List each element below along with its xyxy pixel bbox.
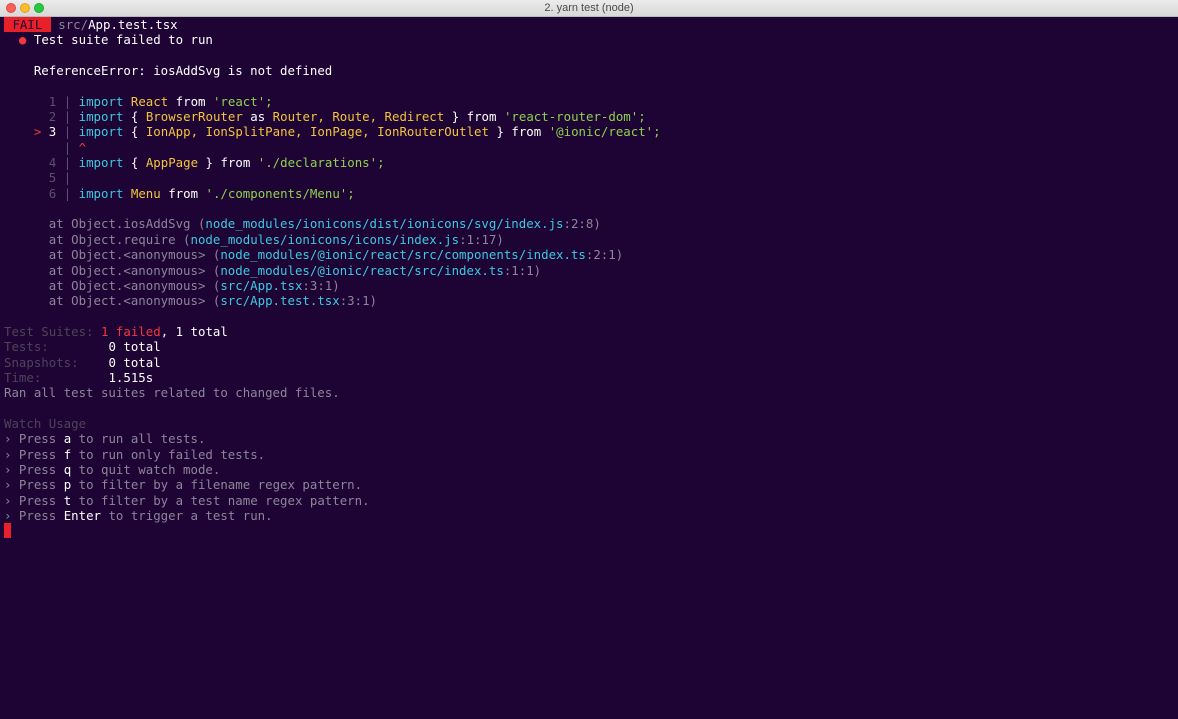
suite-failed-line: ● Test suite failed to run <box>18 32 213 48</box>
terminal-window: 2. yarn test (node) FAIL src/App.test.ts… <box>0 0 1178 719</box>
error-message: ReferenceError: iosAddSvg is not defined <box>33 63 333 79</box>
summary-suites: Test Suites: 1 failed, 1 total <box>4 323 228 339</box>
code-line-3: > 3 | import { IonApp, IonSplitPane, Ion… <box>33 124 661 140</box>
stack-frame: at Object.<anonymous> (node_modules/@ion… <box>48 247 624 263</box>
terminal-cursor[interactable] <box>4 523 11 539</box>
watch-item: › Press a to run all tests. <box>4 431 206 447</box>
code-line-2: 2 | import { BrowserRouter as Router, Ro… <box>48 109 646 125</box>
summary-time: Time: 1.515s <box>4 369 154 385</box>
fail-header: FAIL src/App.test.tsx <box>4 17 1174 32</box>
watch-item: › Press p to filter by a filename regex … <box>4 477 363 493</box>
stack-frame: at Object.require (node_modules/ionicons… <box>48 231 504 247</box>
stack-frame: at Object.<anonymous> (src/App.tsx:3:1) <box>48 277 340 293</box>
test-path-dir: src/ <box>58 17 89 32</box>
bullet-icon: ● <box>18 32 27 48</box>
caret-marker: ^ <box>78 139 87 155</box>
summary-tests: Tests: 0 total <box>4 339 161 355</box>
cursor-line[interactable] <box>4 523 1174 539</box>
fail-badge: FAIL <box>4 17 51 32</box>
stack-frame: at Object.iosAddSvg (node_modules/ionico… <box>48 216 601 232</box>
watch-item: › Press Enter to trigger a test run. <box>4 508 273 523</box>
title-bar[interactable]: 2. yarn test (node) <box>0 0 1178 17</box>
code-caret-line: | ^ <box>63 139 87 155</box>
code-line-1: 1 | import React from 'react'; <box>48 93 273 109</box>
test-path-file: App.test.tsx <box>88 17 178 32</box>
watch-item: › Press t to filter by a test name regex… <box>4 492 370 508</box>
watch-item: › Press q to quit watch mode. <box>4 461 221 477</box>
watch-item: › Press f to run only failed tests. <box>4 446 266 462</box>
summary-ran: Ran all test suites related to changed f… <box>4 385 340 401</box>
watch-usage-title: Watch Usage <box>4 415 87 431</box>
code-line-5: 5 | <box>48 170 72 186</box>
summary-snapshots: Snapshots: 0 total <box>4 354 161 370</box>
code-line-4: 4 | import { AppPage } from './declarati… <box>48 155 385 171</box>
stack-frame: at Object.<anonymous> (src/App.test.tsx:… <box>48 293 378 309</box>
error-line-marker: > <box>33 124 42 140</box>
window-title: 2. yarn test (node) <box>544 2 634 14</box>
terminal-output[interactable]: FAIL src/App.test.tsx ● Test suite faile… <box>4 17 1174 539</box>
stack-frame: at Object.<anonymous> (node_modules/@ion… <box>48 262 542 278</box>
code-line-6: 6 | import Menu from './components/Menu'… <box>48 185 355 201</box>
